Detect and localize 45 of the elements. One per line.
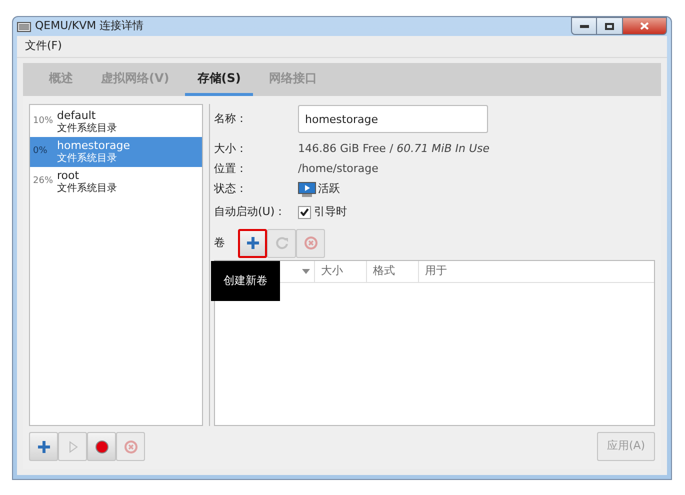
volumes-label: 卷 bbox=[214, 234, 226, 251]
pool-type: 文件系统目录 bbox=[57, 122, 117, 134]
delete-icon bbox=[124, 440, 138, 454]
field-label: 名称： bbox=[214, 110, 248, 127]
checkbox-label: 引导时 bbox=[314, 204, 347, 220]
pool-name: root bbox=[57, 170, 80, 182]
close-icon bbox=[640, 22, 649, 30]
tooltip: 创建新卷 bbox=[211, 261, 280, 301]
pool-name: default bbox=[57, 110, 97, 122]
refresh-icon bbox=[274, 236, 288, 250]
minimize-button[interactable] bbox=[571, 17, 597, 35]
add-pool-button[interactable] bbox=[29, 432, 58, 461]
play-icon bbox=[66, 440, 78, 452]
usage-text: 0% bbox=[33, 145, 48, 158]
field-label: 状态： bbox=[214, 180, 248, 197]
name-field[interactable]: homestorage bbox=[298, 105, 488, 133]
location-text: /home/storage bbox=[298, 160, 378, 177]
usage-text: 10% bbox=[33, 115, 54, 128]
size-text: 146.86 GiB Free / 60.71 MiB In Use bbox=[298, 140, 490, 157]
field-label: 大小： bbox=[214, 140, 248, 157]
sort-arrow-icon bbox=[302, 269, 310, 274]
pool-type: 文件系统目录 bbox=[57, 152, 118, 164]
pool-name: homestorage bbox=[57, 140, 130, 152]
autostart-checkbox[interactable] bbox=[298, 206, 311, 218]
column-header[interactable]: 用于 bbox=[419, 261, 654, 282]
column-header[interactable]: 大小 bbox=[315, 261, 367, 282]
field-label: 自动启动(U)： bbox=[214, 204, 287, 220]
state-text: 活跃 bbox=[318, 180, 340, 197]
maximize-button[interactable] bbox=[597, 17, 623, 35]
usage-text: 26% bbox=[33, 175, 54, 188]
column-header[interactable]: 格式 bbox=[367, 261, 419, 282]
pool-type: 文件系统目录 bbox=[57, 182, 117, 194]
monitor-icon bbox=[298, 182, 316, 196]
stop-icon bbox=[94, 440, 108, 454]
check-icon bbox=[300, 208, 309, 216]
close-button[interactable] bbox=[623, 17, 667, 35]
window-title: QEMU/KVM 连接详情 bbox=[35, 18, 144, 34]
stop-pool-button[interactable] bbox=[87, 432, 116, 461]
menu-item[interactable]: 文件(F) bbox=[25, 38, 62, 55]
app-icon bbox=[17, 22, 31, 32]
add-volume-button[interactable] bbox=[238, 228, 267, 258]
plus-icon bbox=[246, 237, 258, 249]
field-label: 位置： bbox=[214, 160, 248, 177]
delete-icon bbox=[304, 236, 318, 250]
plus-icon bbox=[38, 440, 50, 452]
